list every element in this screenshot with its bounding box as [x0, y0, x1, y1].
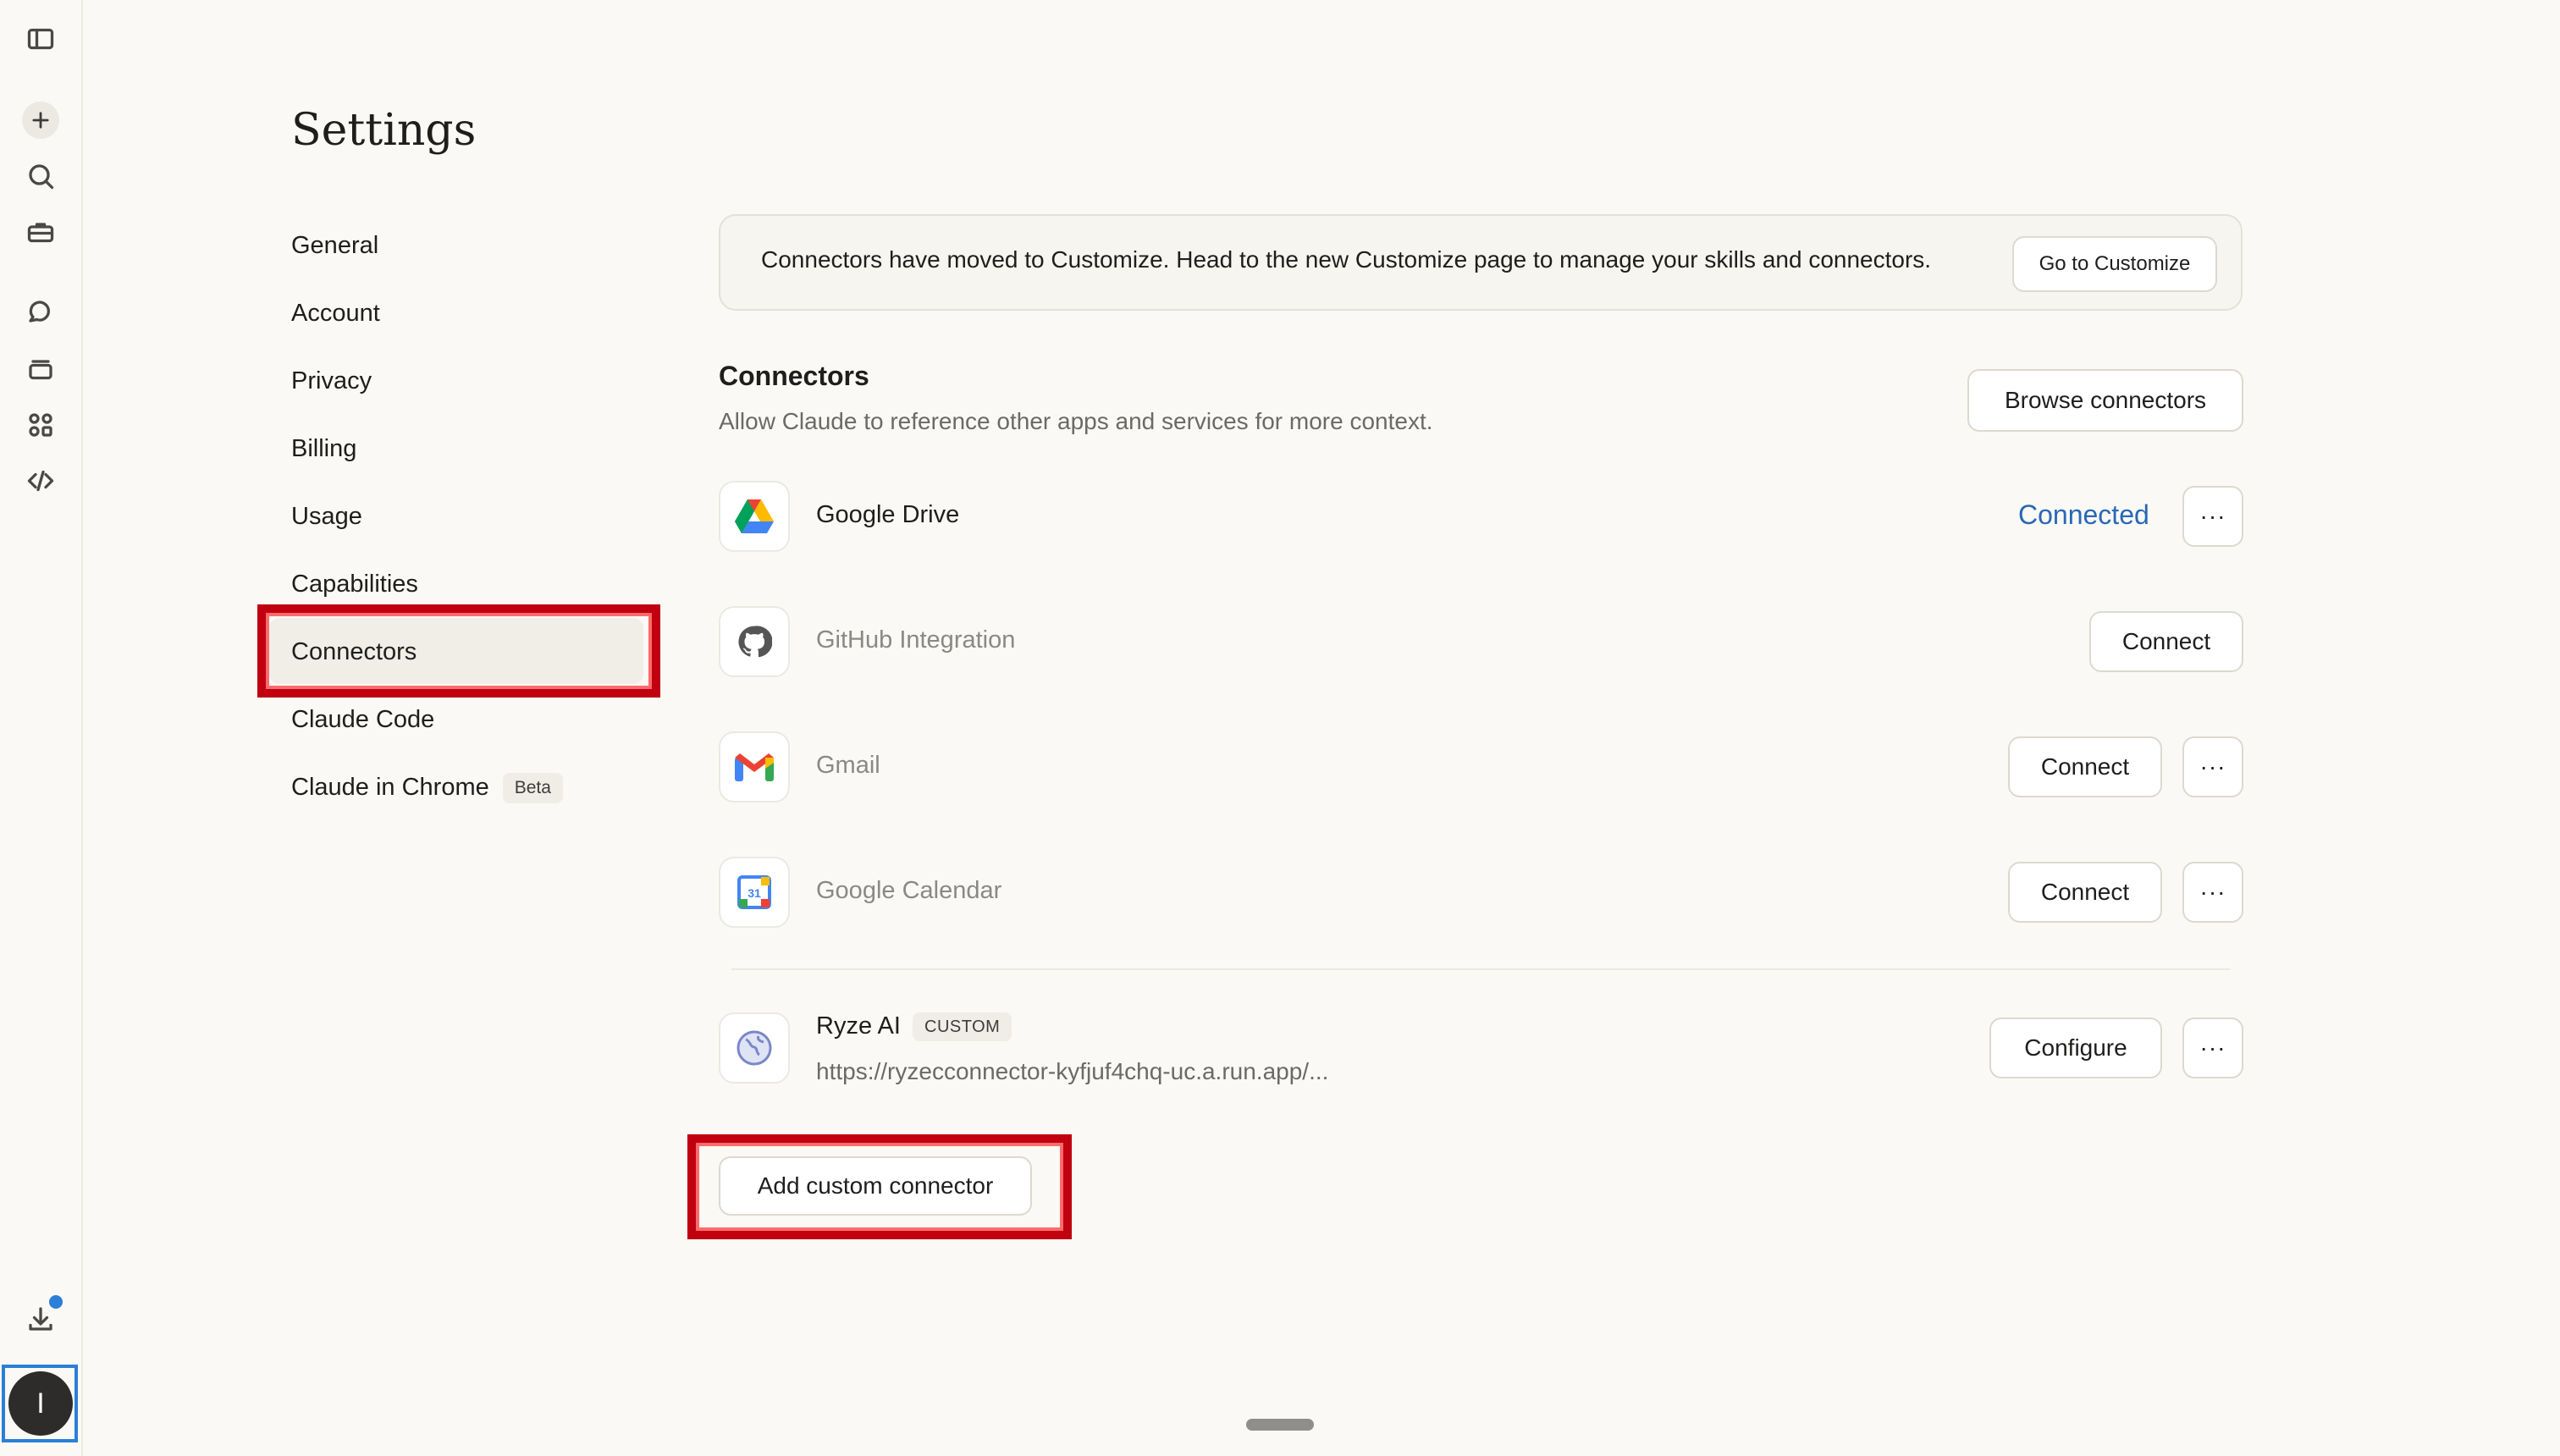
connector-url: https://ryzecconnector-kyfjuf4chq-uc.a.r…: [816, 1058, 1329, 1084]
ryze-more-button[interactable]: ···: [2182, 1018, 2243, 1078]
nav-item-capabilities[interactable]: Capabilities: [291, 567, 418, 601]
chats-icon[interactable]: [22, 295, 59, 332]
connected-status: Connected: [2018, 499, 2149, 530]
gmail-connect-button[interactable]: Connect: [2008, 736, 2162, 797]
custom-badge: CUSTOM: [913, 1012, 1012, 1041]
code-icon[interactable]: [22, 462, 59, 499]
search-icon[interactable]: [22, 157, 59, 195]
avatar[interactable]: I: [8, 1371, 73, 1436]
nav-item-privacy[interactable]: Privacy: [291, 364, 372, 398]
google-calendar-more-button[interactable]: ···: [2182, 862, 2243, 923]
connectors-subtitle: Allow Claude to reference other apps and…: [719, 408, 1433, 434]
nav-item-claude-in-chrome[interactable]: Claude in Chrome Beta: [291, 770, 563, 804]
projects-icon[interactable]: [22, 350, 59, 388]
google-drive-icon: [719, 481, 790, 552]
customize-banner: Connectors have moved to Customize. Head…: [719, 214, 2243, 311]
nav-item-billing[interactable]: Billing: [291, 432, 356, 466]
globe-icon: [719, 1012, 790, 1084]
connectors-title: Connectors: [719, 361, 869, 391]
nav-item-claude-code[interactable]: Claude Code: [291, 703, 434, 736]
google-calendar-connect-button[interactable]: Connect: [2008, 862, 2162, 923]
nav-item-usage[interactable]: Usage: [291, 499, 362, 533]
highlight-box-connectors-nav: [257, 604, 660, 698]
highlight-box-add-custom: [687, 1134, 1072, 1239]
gmail-more-button[interactable]: ···: [2182, 736, 2243, 797]
beta-badge: Beta: [502, 773, 563, 804]
nav-item-general[interactable]: General: [291, 229, 378, 262]
new-chat-icon[interactable]: [22, 102, 59, 139]
artifacts-icon[interactable]: [22, 406, 59, 444]
page-title: Settings: [291, 105, 477, 156]
scroll-handle[interactable]: [1246, 1419, 1314, 1431]
google-calendar-icon: 31: [719, 857, 790, 928]
go-to-customize-button[interactable]: Go to Customize: [2012, 236, 2217, 292]
connector-name-ryze-ai: Ryze AI: [816, 1012, 901, 1040]
section-divider: [731, 968, 2230, 970]
notification-dot: [49, 1295, 63, 1309]
browse-connectors-button[interactable]: Browse connectors: [1967, 369, 2243, 432]
nav-item-label: Claude in Chrome: [291, 774, 489, 801]
nav-item-account[interactable]: Account: [291, 296, 380, 330]
ryze-configure-button[interactable]: Configure: [1989, 1018, 2162, 1078]
connector-name-gmail: Gmail: [816, 752, 880, 779]
banner-text: Connectors have moved to Customize. Head…: [761, 246, 1932, 273]
connector-name-google-drive: Google Drive: [816, 501, 960, 528]
left-rail: I: [0, 0, 83, 1456]
sidebar-toggle-icon[interactable]: [22, 20, 59, 58]
gmail-icon: [719, 731, 790, 802]
github-icon: [719, 606, 790, 677]
github-connect-button[interactable]: Connect: [2089, 611, 2243, 672]
toolbox-icon[interactable]: [22, 213, 59, 251]
calendar-icon-date: 31: [748, 886, 761, 900]
connector-name-google-calendar: Google Calendar: [816, 877, 1002, 904]
connector-name-github: GitHub Integration: [816, 626, 1016, 654]
google-drive-more-button[interactable]: ···: [2182, 486, 2243, 547]
